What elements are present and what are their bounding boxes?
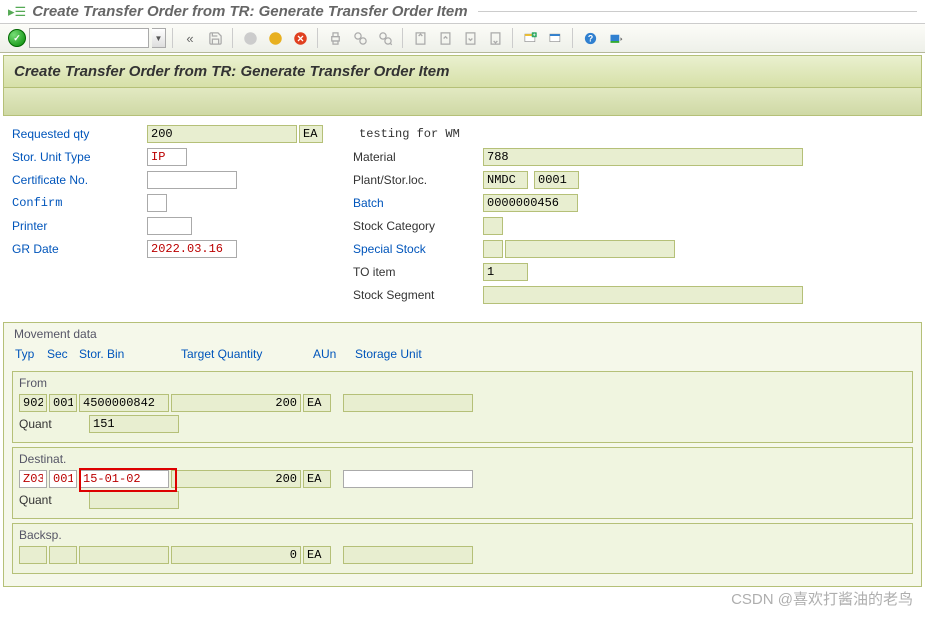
batch-label[interactable]: Batch [353, 196, 483, 210]
settings-icon[interactable] [604, 27, 626, 49]
enter-button[interactable]: ✓ [8, 29, 26, 47]
backsp-typ-field [19, 546, 47, 564]
dest-aun-field [303, 470, 331, 488]
menu-icon[interactable]: ▸☰ [8, 4, 26, 20]
requested-qty-field [147, 125, 297, 143]
back-nav-icon[interactable] [239, 27, 261, 49]
find-next-icon[interactable] [374, 27, 396, 49]
backsp-sec-field [49, 546, 77, 564]
new-session-icon[interactable] [519, 27, 541, 49]
right-form-column: testing for WM Material Plant/Stor.loc. … [353, 124, 803, 308]
confirm-field[interactable] [147, 194, 167, 212]
printer-field[interactable] [147, 217, 192, 235]
plant-field [483, 171, 528, 189]
window-title: Create Transfer Order from TR: Generate … [32, 3, 467, 20]
col-typ[interactable]: Typ [15, 347, 45, 361]
from-subgroup: From Quant [12, 371, 913, 443]
from-bin-field [79, 394, 169, 412]
left-form-column: Requested qty Stor. Unit Type Certificat… [12, 124, 323, 308]
help-icon[interactable]: ? [579, 27, 601, 49]
from-title: From [19, 376, 906, 390]
stock-category-field [483, 217, 503, 235]
from-typ-field [19, 394, 47, 412]
printer-label[interactable]: Printer [12, 219, 147, 233]
dest-typ-field[interactable] [19, 470, 47, 488]
backsp-subgroup: Backsp. [12, 523, 913, 574]
from-su-field [343, 394, 473, 412]
dest-quant-field [89, 491, 179, 509]
find-icon[interactable] [349, 27, 371, 49]
watermark: CSDN @喜欢打酱油的老鸟 [731, 588, 913, 609]
command-dropdown[interactable]: ▼ [152, 28, 166, 48]
backsp-qty-field [171, 546, 301, 564]
col-sec[interactable]: Sec [47, 347, 77, 361]
col-bin[interactable]: Stor. Bin [79, 347, 179, 361]
save-icon[interactable] [204, 27, 226, 49]
from-quant-label: Quant [19, 417, 87, 431]
requested-qty-label[interactable]: Requested qty [12, 127, 147, 141]
backsp-bin-field [79, 546, 169, 564]
special-stock-label[interactable]: Special Stock [353, 242, 483, 256]
movement-column-headers: Typ Sec Stor. Bin Target Quantity AUn St… [12, 347, 913, 367]
from-qty-field [171, 394, 301, 412]
stor-loc-field [534, 171, 579, 189]
stor-unit-type-label[interactable]: Stor. Unit Type [12, 150, 147, 164]
col-su[interactable]: Storage Unit [355, 347, 475, 361]
svg-text:?: ? [587, 33, 592, 43]
to-item-label: TO item [353, 265, 483, 279]
from-quant-field [89, 415, 179, 433]
layout-icon[interactable] [544, 27, 566, 49]
gr-date-field[interactable] [147, 240, 237, 258]
gr-date-label[interactable]: GR Date [12, 242, 147, 256]
confirm-label[interactable]: Confirm [12, 196, 147, 210]
certificate-no-field[interactable] [147, 171, 237, 189]
last-page-icon[interactable] [484, 27, 506, 49]
window-title-bar: ▸☰ Create Transfer Order from TR: Genera… [0, 0, 925, 24]
header-sub-band [3, 88, 922, 116]
cancel-icon[interactable] [289, 27, 311, 49]
backsp-aun-field [303, 546, 331, 564]
command-field[interactable] [29, 28, 149, 48]
next-page-icon[interactable] [459, 27, 481, 49]
special-stock-ind-field [483, 240, 503, 258]
page-header: Create Transfer Order from TR: Generate … [3, 55, 922, 88]
back-icon[interactable]: « [179, 27, 201, 49]
certificate-no-label[interactable]: Certificate No. [12, 173, 147, 187]
print-icon[interactable] [324, 27, 346, 49]
plant-stor-label: Plant/Stor.loc. [353, 173, 483, 187]
dest-sec-field[interactable] [49, 470, 77, 488]
material-field [483, 148, 803, 166]
movement-data-title: Movement data [12, 327, 913, 341]
col-aun[interactable]: AUn [313, 347, 353, 361]
stock-segment-field [483, 286, 803, 304]
stor-unit-type-field[interactable] [147, 148, 187, 166]
from-sec-field [49, 394, 77, 412]
dest-bin-field[interactable] [79, 470, 169, 488]
destinat-subgroup: Destinat. Quant [12, 447, 913, 519]
testing-text: testing for WM [359, 127, 460, 141]
exit-icon[interactable] [264, 27, 286, 49]
stock-segment-label: Stock Segment [353, 288, 483, 302]
prev-page-icon[interactable] [434, 27, 456, 49]
from-aun-field [303, 394, 331, 412]
special-stock-num-field [505, 240, 675, 258]
batch-field [483, 194, 578, 212]
stock-category-label: Stock Category [353, 219, 483, 233]
first-page-icon[interactable] [409, 27, 431, 49]
movement-data-group: Movement data Typ Sec Stor. Bin Target Q… [3, 322, 922, 587]
backsp-su-field [343, 546, 473, 564]
backsp-title: Backsp. [19, 528, 906, 542]
dest-quant-label: Quant [19, 493, 87, 507]
requested-qty-uom [299, 125, 323, 143]
to-item-field [483, 263, 528, 281]
destinat-title: Destinat. [19, 452, 906, 466]
material-label: Material [353, 150, 483, 164]
col-qty[interactable]: Target Quantity [181, 347, 311, 361]
dest-qty-field [171, 470, 301, 488]
dest-su-field[interactable] [343, 470, 473, 488]
application-toolbar: ✓ ▼ « ? [0, 24, 925, 53]
